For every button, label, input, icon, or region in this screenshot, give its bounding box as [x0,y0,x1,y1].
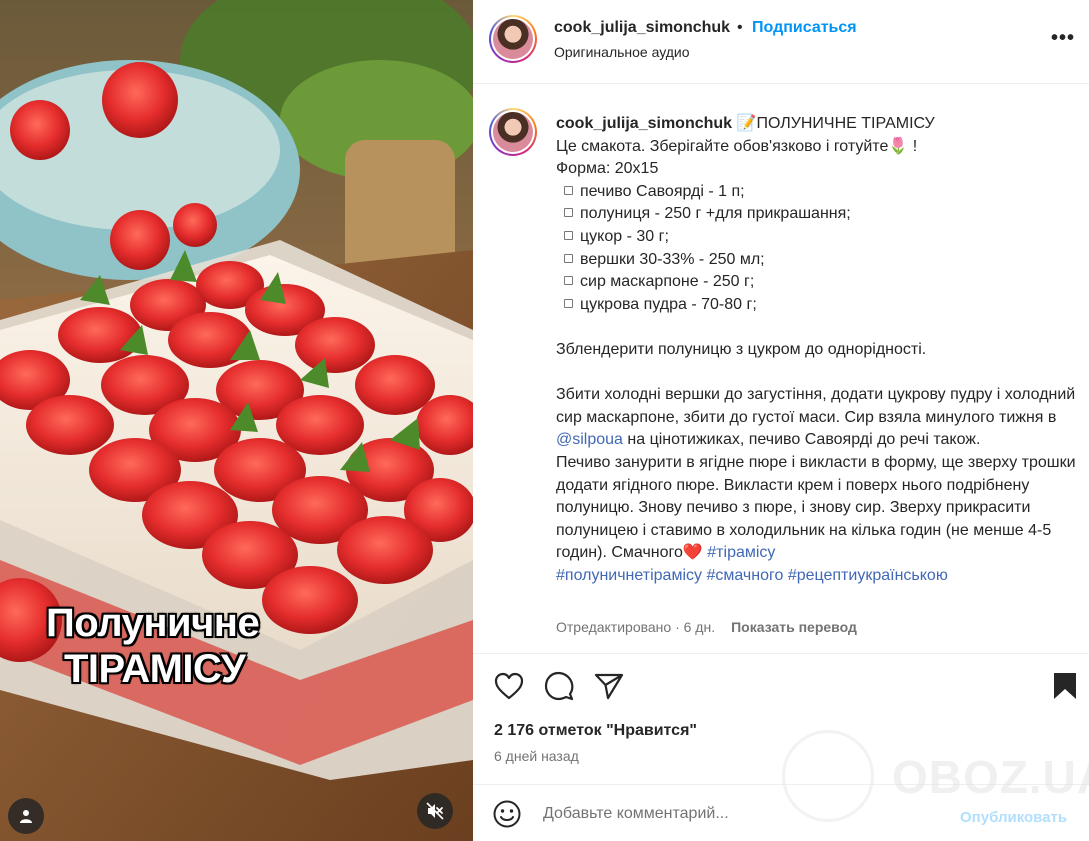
caption-author-avatar[interactable] [489,108,537,156]
tagged-users-button[interactable] [8,798,44,834]
like-button[interactable] [493,670,525,702]
caption-form: Форма: 20х15 [556,160,659,178]
muted-speaker-icon [426,802,444,820]
hashtag-link[interactable]: #смачного [706,567,783,584]
show-translation-button[interactable]: Показать перевод [731,619,857,635]
emoji-button[interactable] [493,800,521,833]
caption-title: 📝ПОЛУНИЧНЕ ТІРАМІСУ [736,115,935,132]
comment-box: Опубликовать [473,784,1089,841]
share-button[interactable] [593,670,625,702]
checkbox-icon [564,230,573,240]
comment-input[interactable] [543,805,943,823]
hashtag-link[interactable]: #полуничнетірамісу [556,567,702,584]
mention-link[interactable]: @silpoua [556,431,623,448]
more-options-icon[interactable]: ••• [1051,28,1075,48]
ingredient-item: вершки 30-33% - 250 мл; [556,249,1076,272]
post-header: cook_julija_simonchuk • Подписаться Ориг… [473,0,1089,84]
follow-button[interactable]: Подписаться [752,19,857,37]
caption-username[interactable]: cook_julija_simonchuk [556,115,732,132]
mute-button[interactable] [417,793,453,829]
ingredient-item: полуниця - 250 г +для прикрашання; [556,203,1076,226]
checkbox-icon [564,298,573,308]
post-actions [473,655,1089,715]
separator-dot: • [737,19,743,36]
caption-meta: Отредактировано · 6 дн. Показать перевод [556,619,857,635]
share-icon [594,673,624,700]
checkbox-icon [564,208,573,218]
comment-icon [544,671,574,701]
bookmark-icon [1054,673,1076,699]
recipe-step-2: Збити холодні вершки до загустіння, дода… [556,386,1076,449]
user-icon [20,810,32,823]
post-details-panel: cook_julija_simonchuk • Подписаться Ориг… [473,0,1089,841]
ingredient-item: печиво Савоярді - 1 п; [556,181,1076,204]
save-button[interactable] [1049,670,1081,702]
heart-icon [494,672,524,700]
checkbox-icon [564,276,573,286]
edited-label: Отредактировано · 6 дн. [556,619,716,635]
ingredient-item: цукрова пудра - 70-80 г; [556,294,1076,317]
checkbox-icon [564,253,573,263]
likes-count[interactable]: 2 176 отметок "Нравится" [494,722,697,740]
overlay-line-1: Полуничне [46,601,260,645]
hashtag-link[interactable]: #тірамісу [707,544,775,561]
emoji-icon [493,800,521,828]
author-avatar[interactable] [489,15,537,63]
hashtags: #полуничнетірамісу #смачного #рецептиукр… [556,565,1076,588]
recipe-step-1: Зблендерити полуницю з цукром до однорід… [556,340,927,358]
overlay-line-2: ТІРАМІСУ [64,647,246,691]
caption-line: Це смакота. Зберігайте обов'язково і гот… [556,137,918,155]
publish-button[interactable]: Опубликовать [960,809,1067,826]
video-overlay-title: Полуничне ТІРАМІСУ [46,600,306,692]
recipe-step-3: Печиво занурити в ягідне пюре і викласти… [556,453,1076,562]
author-username[interactable]: cook_julija_simonchuk [554,19,730,37]
audio-link[interactable]: Оригинальное аудио [554,44,690,60]
ingredient-item: цукор - 30 г; [556,226,1076,249]
caption-text: cook_julija_simonchuk 📝ПОЛУНИЧНЕ ТІРАМІС… [556,113,1076,587]
comment-button[interactable] [543,670,575,702]
post-timestamp[interactable]: 6 дней назад [494,748,579,764]
post-media[interactable]: Полуничне ТІРАМІСУ [0,0,473,841]
post-caption: cook_julija_simonchuk 📝ПОЛУНИЧНЕ ТІРАМІС… [473,84,1089,654]
hashtag-link[interactable]: #рецептиукраїнською [788,567,948,584]
ingredient-item: сир маскарпоне - 250 г; [556,271,1076,294]
checkbox-icon [564,185,573,195]
tiramisu-photo [0,0,473,841]
